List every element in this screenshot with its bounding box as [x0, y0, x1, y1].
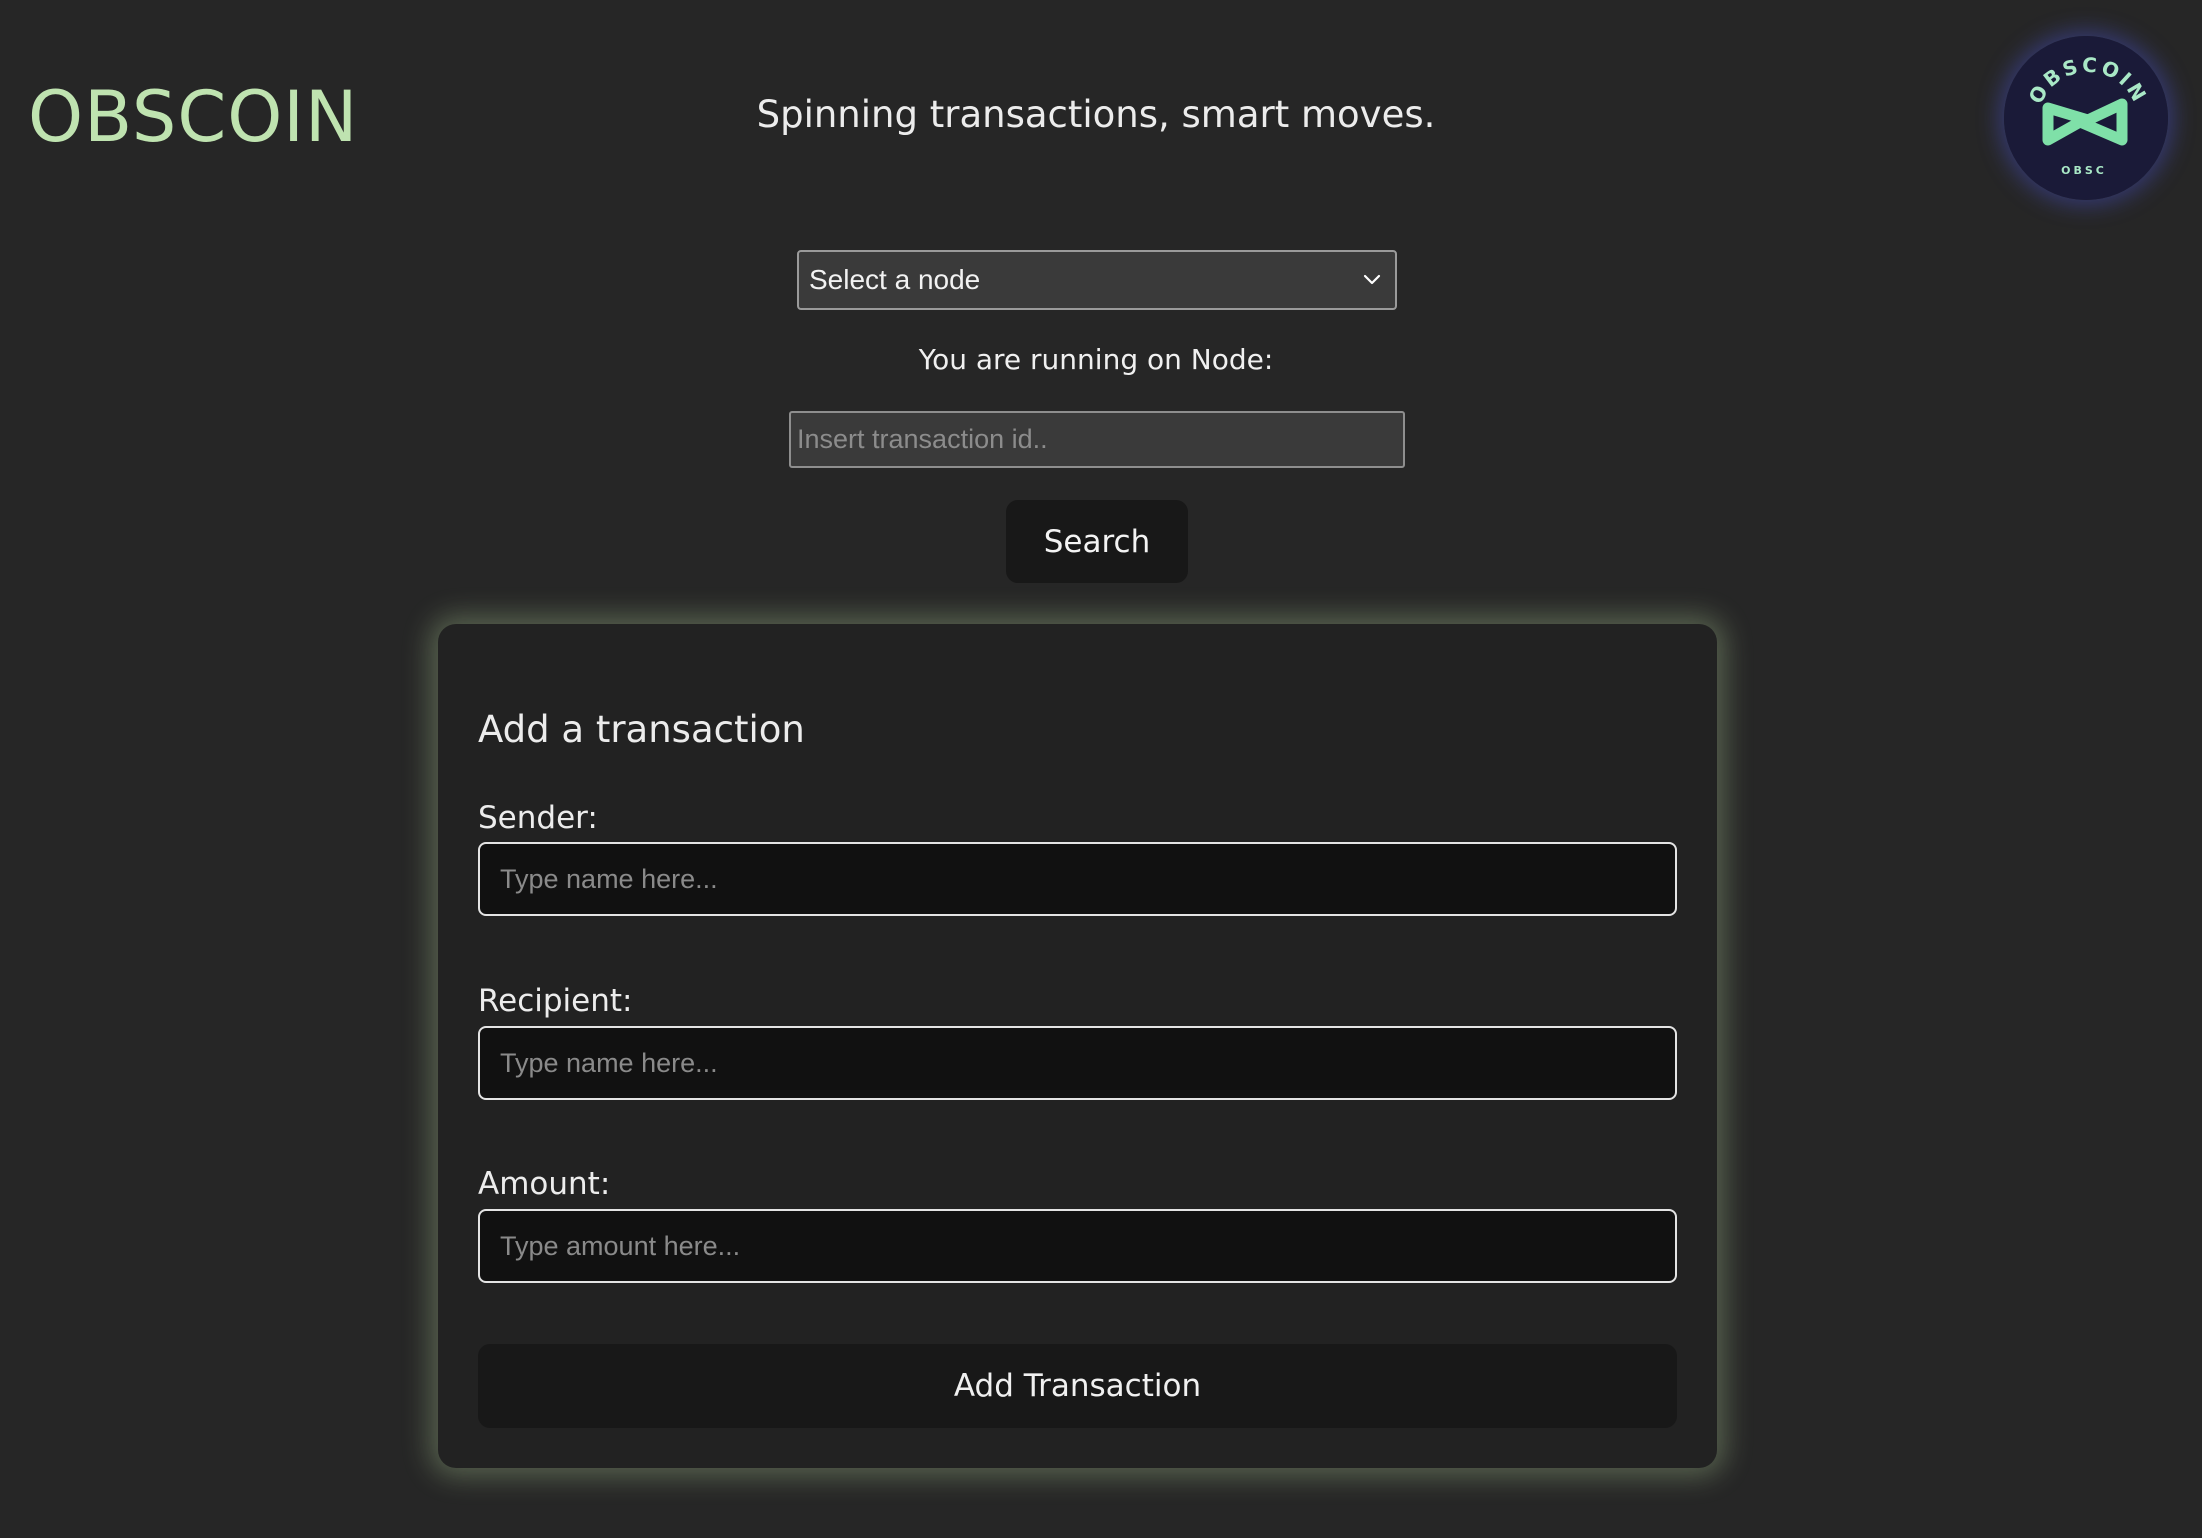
obscoin-logo: OBSCOIN OBSC [2004, 36, 2168, 200]
sender-input[interactable] [478, 842, 1677, 916]
tagline: Spinning transactions, smart moves. [756, 93, 1436, 136]
running-node-label: You are running on Node: [918, 343, 1274, 376]
logo-bottom-text: OBSC [2061, 164, 2107, 177]
amount-label: Amount: [478, 1166, 611, 1202]
node-select[interactable]: Select a node [797, 250, 1397, 310]
transaction-id-input[interactable] [789, 411, 1405, 468]
recipient-input[interactable] [478, 1026, 1677, 1100]
node-select-value: Select a node [809, 264, 981, 295]
search-button[interactable]: Search [1006, 500, 1188, 583]
sender-label: Sender: [478, 800, 598, 836]
add-transaction-button[interactable]: Add Transaction [478, 1344, 1677, 1428]
card-title: Add a transaction [478, 708, 805, 751]
logo-badge-icon: OBSCOIN OBSC [2004, 36, 2168, 200]
recipient-label: Recipient: [478, 983, 633, 1019]
amount-input[interactable] [478, 1209, 1677, 1283]
chevron-down-icon [1361, 269, 1383, 291]
add-transaction-card: Add a transaction Sender: Recipient: Amo… [438, 624, 1717, 1468]
